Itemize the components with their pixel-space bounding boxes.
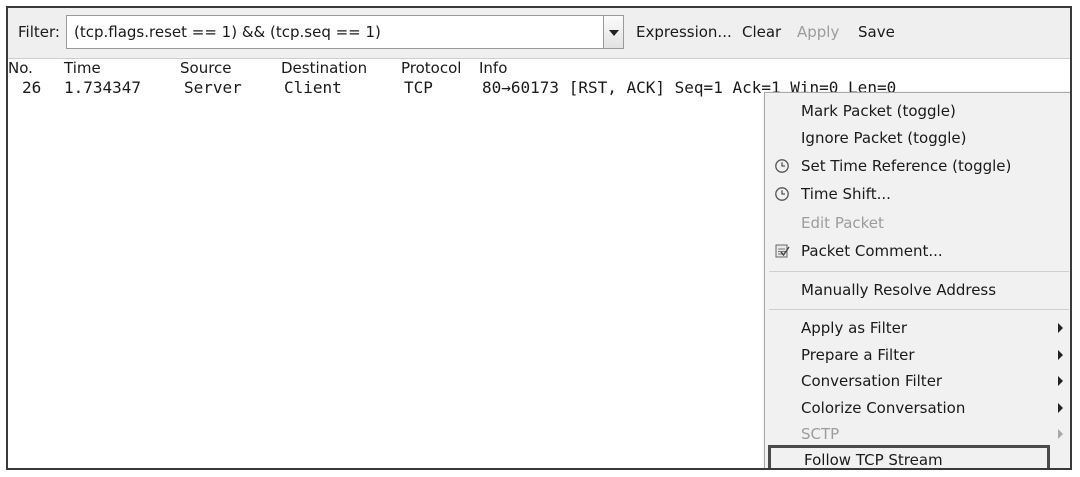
filter-history-dropdown[interactable] (604, 15, 624, 49)
packet-time: 1.734347 (64, 78, 142, 97)
column-header-protocol[interactable]: Protocol (401, 59, 461, 77)
packet-destination: Client (284, 78, 342, 97)
chevron-right-icon (1058, 323, 1063, 333)
menu-item-apply-as-filter[interactable]: Apply as Filter (765, 315, 1070, 341)
menu-item-label: Manually Resolve Address (801, 281, 997, 299)
menu-item-set-time-reference[interactable]: Set Time Reference (toggle) (765, 153, 1070, 179)
column-header-time[interactable]: Time (64, 59, 101, 77)
chevron-right-icon (1058, 350, 1063, 360)
menu-item-mark-packet[interactable]: Mark Packet (toggle) (765, 98, 1070, 124)
menu-separator (769, 309, 1069, 310)
menu-item-label: Time Shift... (801, 185, 891, 203)
menu-item-time-shift[interactable]: Time Shift... (765, 181, 1070, 207)
menu-item-label: Mark Packet (toggle) (801, 102, 956, 120)
menu-item-label: Set Time Reference (toggle) (801, 157, 1012, 175)
chevron-right-icon (1058, 429, 1063, 439)
menu-item-edit-packet[interactable]: Edit Packet (765, 210, 1070, 236)
column-header-no[interactable]: No. (8, 59, 33, 77)
save-button[interactable]: Save (858, 23, 895, 41)
apply-button[interactable]: Apply (797, 23, 839, 41)
menu-item-prepare-a-filter[interactable]: Prepare a Filter (765, 342, 1070, 368)
filter-toolbar: Filter: Expression... Clear Apply Save (8, 8, 1070, 59)
expression-button[interactable]: Expression... (636, 23, 732, 41)
filter-input[interactable] (66, 15, 604, 49)
packet-protocol: TCP (404, 78, 433, 97)
menu-item-label: Apply as Filter (801, 319, 908, 337)
filter-label: Filter: (18, 23, 60, 41)
clock-icon (775, 159, 789, 173)
menu-item-label: Ignore Packet (toggle) (801, 129, 967, 147)
menu-item-sctp[interactable]: SCTP (765, 421, 1070, 447)
packet-no: 26 (22, 78, 42, 97)
menu-item-label: Follow TCP Stream (804, 451, 943, 469)
packet-source: Server (184, 78, 242, 97)
clear-button[interactable]: Clear (742, 23, 781, 41)
menu-item-follow-tcp-stream[interactable]: Follow TCP Stream (768, 445, 1050, 469)
column-header-info[interactable]: Info (479, 59, 507, 77)
chevron-right-icon (1058, 376, 1063, 386)
menu-item-label: Colorize Conversation (801, 399, 966, 417)
column-header-source[interactable]: Source (180, 59, 232, 77)
wireshark-window: Filter: Expression... Clear Apply Save N… (6, 6, 1072, 470)
comment-icon (775, 244, 790, 258)
menu-item-manually-resolve-address[interactable]: Manually Resolve Address (765, 277, 1070, 303)
packet-context-menu: Mark Packet (toggle) Ignore Packet (togg… (764, 92, 1070, 469)
menu-item-packet-comment[interactable]: Packet Comment... (765, 238, 1070, 264)
menu-separator (769, 271, 1069, 272)
clock-icon (775, 187, 789, 201)
chevron-right-icon (1058, 403, 1063, 413)
menu-item-label: Packet Comment... (801, 242, 943, 260)
menu-item-colorize-conversation[interactable]: Colorize Conversation (765, 395, 1070, 421)
menu-item-label: SCTP (801, 425, 840, 443)
menu-item-label: Conversation Filter (801, 372, 943, 390)
menu-item-ignore-packet[interactable]: Ignore Packet (toggle) (765, 125, 1070, 151)
menu-item-label: Prepare a Filter (801, 346, 915, 364)
menu-item-label: Edit Packet (801, 214, 884, 232)
menu-item-conversation-filter[interactable]: Conversation Filter (765, 368, 1070, 394)
column-header-destination[interactable]: Destination (281, 59, 367, 77)
chevron-down-icon (609, 30, 619, 36)
